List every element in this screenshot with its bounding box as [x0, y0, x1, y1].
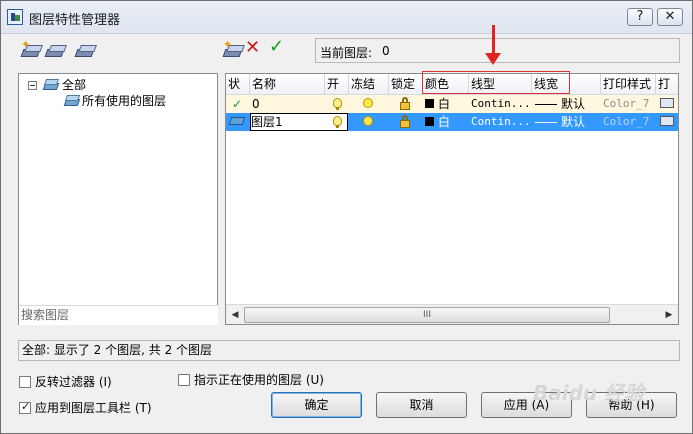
- col-name[interactable]: 名称: [250, 74, 325, 94]
- color-cell[interactable]: 白: [423, 113, 469, 131]
- new-layer-tool[interactable]: ✦: [222, 39, 244, 59]
- annotation-arrow-icon: [485, 53, 501, 65]
- annotation-arrow-shaft: [492, 25, 495, 55]
- linetype-cell[interactable]: Contin...: [471, 113, 531, 131]
- layer-name[interactable]: 0: [252, 95, 260, 113]
- printer-shape: [660, 98, 674, 108]
- lineweight-value: 默认: [561, 97, 586, 111]
- apply-toolbar-checkbox[interactable]: [19, 400, 31, 414]
- cancel-button[interactable]: 取消: [376, 392, 467, 418]
- printer-icon[interactable]: [658, 95, 676, 113]
- linetype-cell[interactable]: Contin...: [471, 95, 531, 113]
- layer-list-panel: 状 名称 开 冻结 锁定 颜色 线型 线宽 打印样式 打 ✓ 0 白 Conti…: [225, 73, 679, 325]
- table-row-selected[interactable]: 图层1 白 Contin... 默认 Color_7: [226, 113, 678, 131]
- indicate-in-use-label[interactable]: 指示正在使用的图层 (U): [194, 373, 324, 387]
- col-freeze[interactable]: 冻结: [349, 74, 389, 94]
- table-row[interactable]: ✓ 0 白 Contin... 默认 Color_7: [226, 95, 678, 113]
- sun-shape: [363, 98, 373, 108]
- color-cell[interactable]: 白: [423, 95, 469, 113]
- set-current-icon[interactable]: ✓: [269, 38, 284, 56]
- invert-filter-checkbox[interactable]: [19, 376, 31, 388]
- state-manager-tool[interactable]: [74, 39, 96, 59]
- lock-shape: [400, 115, 410, 128]
- color-swatch-icon: [425, 99, 434, 108]
- title-bar: 图层特性管理器 ? ✕: [1, 1, 692, 34]
- lineweight-line-icon: [535, 104, 557, 105]
- invert-filter-label[interactable]: 反转过滤器 (I): [35, 375, 112, 389]
- col-lock[interactable]: 锁定: [389, 74, 423, 94]
- color-name: 白: [438, 97, 451, 111]
- lineweight-line-icon: [535, 122, 557, 123]
- new-filter-tool[interactable]: ✦: [20, 39, 42, 59]
- col-plot-style[interactable]: 打印样式: [601, 74, 656, 94]
- sun-icon[interactable]: [359, 113, 377, 131]
- group-filter-tool[interactable]: [44, 39, 66, 59]
- sparkle-icon: ✦: [223, 38, 233, 51]
- color-name: 白: [438, 115, 451, 129]
- scroll-thumb[interactable]: III: [244, 307, 610, 323]
- printer-icon[interactable]: [658, 113, 676, 131]
- filter-tree-panel: 全部 所有使用的图层: [18, 73, 218, 325]
- window-title: 图层特性管理器: [29, 13, 121, 28]
- scroll-right-arrow-icon[interactable]: ▶: [660, 305, 678, 324]
- lineweight-cell[interactable]: 默认: [535, 95, 585, 113]
- used-layers-filter-icon: [63, 94, 79, 106]
- printer-shape: [660, 116, 674, 126]
- layer-properties-manager-window: 图层特性管理器 ? ✕ ✦ ✦ ✕ ✓ 当前图层: 0 全部 所有使用的图层 搜…: [0, 0, 693, 434]
- light-bulb-icon[interactable]: [328, 95, 346, 113]
- layer-state-icon: [74, 49, 95, 57]
- col-on[interactable]: 开: [325, 74, 349, 94]
- help-title-button[interactable]: ?: [627, 8, 653, 26]
- current-layer-label: 当前图层:: [320, 46, 373, 60]
- unlock-icon[interactable]: [395, 95, 415, 113]
- watermark-logo: Baidu 经验: [533, 381, 645, 405]
- plot-style-cell: Color_7: [603, 115, 650, 128]
- ok-button[interactable]: 确定: [271, 392, 362, 418]
- current-layer-value: 0: [382, 44, 390, 58]
- delete-layer-icon[interactable]: ✕: [245, 39, 260, 57]
- sparkle-icon: ✦: [21, 38, 31, 51]
- apply-toolbar-label[interactable]: 应用到图层工具栏 (T): [35, 401, 152, 415]
- color-swatch-icon: [425, 117, 434, 126]
- status-bar: 全部: 显示了 2 个图层, 共 2 个图层: [18, 340, 680, 361]
- plot-style-cell: Color_7: [603, 97, 650, 110]
- close-button[interactable]: ✕: [657, 8, 683, 26]
- col-plot[interactable]: 打: [656, 74, 678, 94]
- annotation-highlight-box: [422, 71, 570, 94]
- search-layers-input[interactable]: 搜索图层: [19, 305, 218, 325]
- sun-shape: [363, 116, 373, 126]
- sun-icon[interactable]: [359, 95, 377, 113]
- layer-filter-icon: [42, 78, 58, 90]
- tree-item-used-layers[interactable]: 所有使用的图层: [82, 93, 166, 109]
- scroll-left-arrow-icon[interactable]: ◀: [226, 305, 244, 324]
- tree-item-all[interactable]: 全部: [62, 77, 86, 93]
- lineweight-value: 默认: [561, 115, 586, 129]
- col-status[interactable]: 状: [226, 74, 250, 94]
- unlock-icon[interactable]: [395, 113, 415, 131]
- current-layer-check: ✓: [232, 97, 243, 111]
- lock-shape: [400, 97, 410, 110]
- bulb-shape: [333, 116, 342, 128]
- layer-status-icon: [228, 117, 246, 125]
- lineweight-cell[interactable]: 默认: [535, 113, 585, 131]
- indicate-in-use-checkbox[interactable]: [178, 374, 190, 386]
- bulb-shape: [333, 98, 342, 110]
- layer-stack-icon: [44, 49, 65, 57]
- collapse-toggle[interactable]: [28, 81, 37, 90]
- app-icon: [7, 9, 23, 25]
- horizontal-scrollbar[interactable]: ◀ III ▶: [226, 304, 678, 324]
- light-bulb-icon[interactable]: [328, 113, 346, 131]
